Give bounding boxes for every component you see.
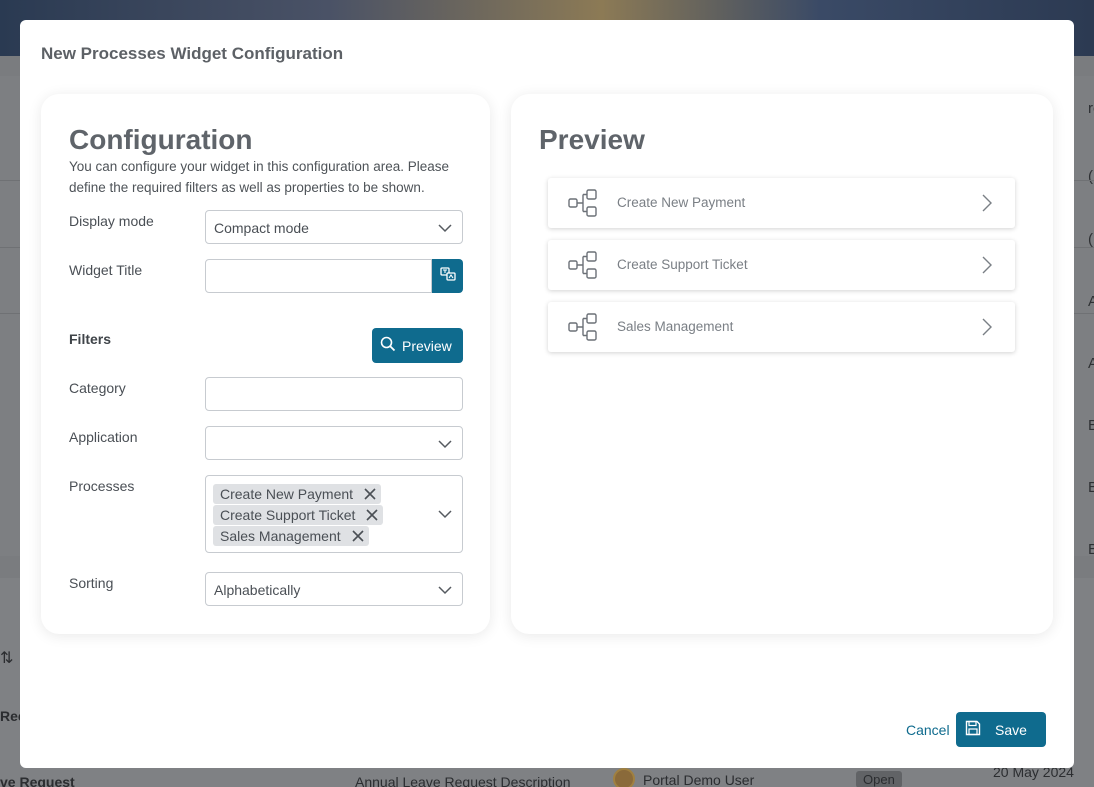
preview-button-label: Preview [402, 337, 452, 354]
preview-process-label: Sales Management [617, 319, 734, 334]
close-icon[interactable] [365, 508, 379, 522]
preview-process-item[interactable]: Create New Payment [548, 178, 1015, 228]
chevron-right-icon [981, 318, 993, 336]
process-flow-icon [568, 189, 598, 217]
preview-card: Preview Create New Payment Create Suppor… [511, 94, 1053, 634]
category-label: Category [69, 380, 126, 396]
search-icon [380, 336, 396, 355]
filters-label: Filters [69, 331, 112, 347]
configuration-description: You can configure your widget in this co… [69, 159, 449, 195]
widget-title-label: Widget Title [69, 262, 143, 278]
chevron-right-icon [981, 194, 993, 212]
chevron-right-icon [981, 256, 993, 274]
close-icon[interactable] [363, 487, 377, 501]
dialog-title: New Processes Widget Configuration [41, 44, 344, 63]
display-mode-label: Display mode [69, 213, 154, 229]
preview-process-item[interactable]: Sales Management [548, 302, 1015, 352]
background-column-text: ( [1088, 231, 1093, 248]
application-select[interactable] [205, 426, 463, 460]
sorting-label: Sorting [69, 575, 114, 591]
process-chip: Create New Payment [213, 484, 382, 504]
display-mode-select[interactable]: Compact mode [205, 210, 463, 244]
status-badge: Open [856, 771, 902, 787]
floppy-disk-icon [965, 720, 981, 739]
process-flow-icon [568, 251, 598, 279]
chevron-down-icon [438, 583, 452, 597]
configuration-heading: Configuration [69, 124, 253, 155]
preview-heading: Preview [539, 124, 645, 155]
application-label: Application [69, 429, 138, 445]
close-icon[interactable] [351, 529, 365, 543]
background-row-name: ve Request [0, 774, 75, 787]
background-column-text: roc [1088, 100, 1094, 117]
background-row-description: Annual Leave Request Description [355, 774, 571, 787]
avatar [613, 768, 635, 787]
translate-icon [439, 266, 456, 287]
process-chip: Sales Management [213, 526, 369, 546]
chevron-down-icon [438, 221, 452, 235]
chevron-down-icon [438, 437, 452, 451]
widget-configuration-dialog: New Processes Widget Configuration Confi… [20, 20, 1074, 768]
sort-arrows-icon: ⇅ [0, 650, 14, 667]
background-column-text: ( [1088, 168, 1093, 185]
save-button[interactable]: Save [956, 712, 1046, 747]
background-column-text: B [1088, 541, 1094, 558]
processes-multiselect[interactable]: Create New Payment Create Support Ticket… [205, 475, 463, 553]
sorting-select[interactable]: Alphabetically [205, 572, 463, 606]
process-chip-label: Create New Payment [220, 486, 354, 502]
preview-process-label: Create Support Ticket [617, 257, 748, 272]
preview-button[interactable]: Preview [372, 328, 463, 363]
background-column-text: A [1088, 355, 1094, 372]
processes-label: Processes [69, 478, 135, 494]
process-chip-label: Sales Management [220, 528, 341, 544]
configuration-card: Configuration You can configure your wid… [41, 94, 490, 634]
process-chip: Create Support Ticket [213, 505, 384, 525]
save-button-label: Save [995, 721, 1027, 738]
background-row-user: Portal Demo User [643, 772, 755, 787]
cancel-button[interactable]: Cancel [906, 722, 950, 738]
preview-process-label: Create New Payment [617, 195, 746, 210]
chevron-down-icon [438, 507, 452, 521]
display-mode-value: Compact mode [214, 220, 309, 236]
process-chip-label: Create Support Ticket [220, 507, 356, 523]
process-flow-icon [568, 313, 598, 341]
translate-button[interactable] [432, 259, 463, 293]
widget-title-input[interactable] [205, 259, 432, 293]
background-column-text: A [1088, 293, 1094, 310]
preview-process-item[interactable]: Create Support Ticket [548, 240, 1015, 290]
background-column-text: B [1088, 417, 1094, 434]
sorting-value: Alphabetically [214, 582, 301, 598]
category-input[interactable] [205, 377, 463, 411]
background-column-text: B [1088, 479, 1094, 496]
